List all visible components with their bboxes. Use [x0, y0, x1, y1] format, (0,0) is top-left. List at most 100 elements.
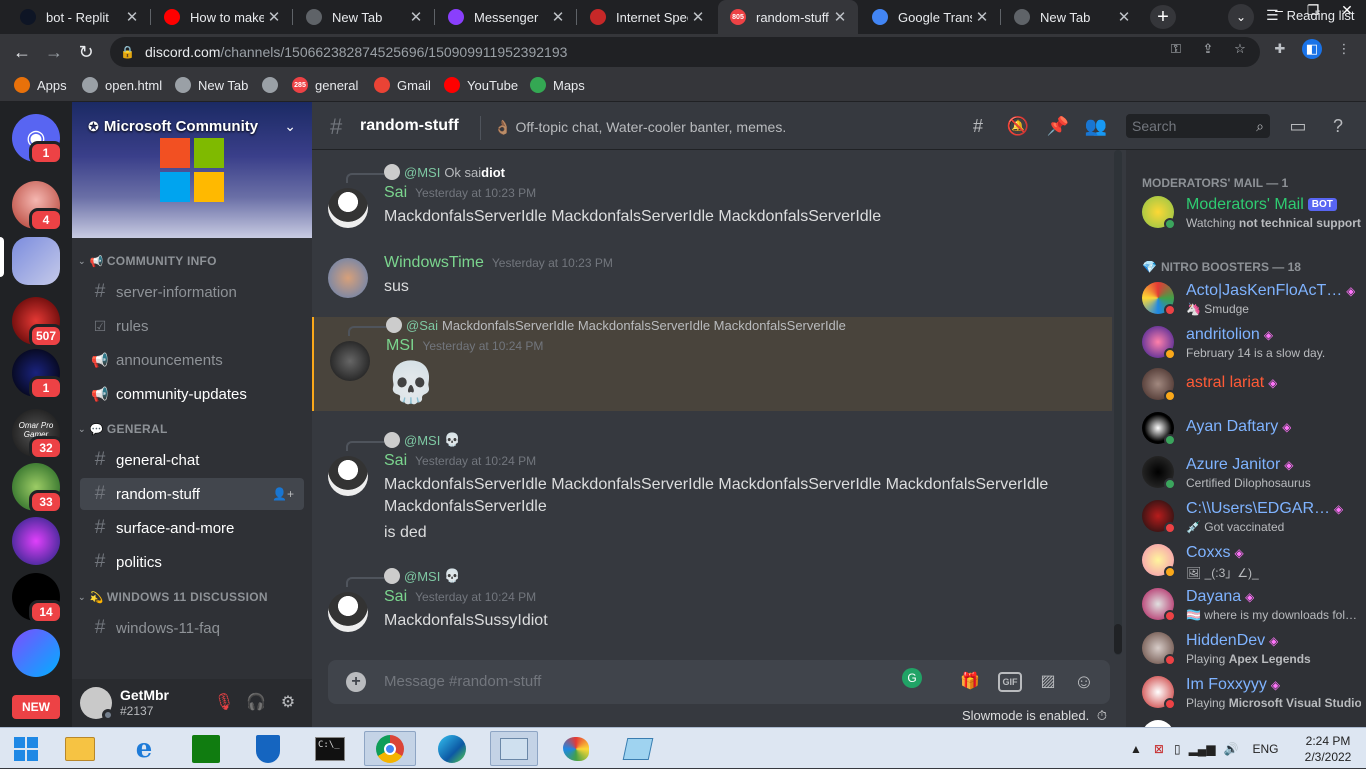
notification-bell-muted-icon[interactable]: 🔕 — [1006, 114, 1030, 138]
server-name[interactable]: ✪ Microsoft Community — [88, 118, 258, 135]
reply-preview[interactable]: @MSI Ok sai diot — [384, 164, 505, 180]
forward-button[interactable]: → — [40, 38, 68, 66]
server-microsoft-community[interactable] — [12, 237, 60, 285]
network-warning-icon[interactable]: ⊠ — [1154, 742, 1164, 756]
member-coxxs[interactable]: Coxxs ◈ 🖼 _(:3」∠)_ — [1142, 540, 1362, 584]
server-purple[interactable] — [12, 517, 60, 565]
add-member-icon[interactable]: 👤+ — [272, 487, 294, 501]
channel-random-stuff[interactable]: # random-stuff 👤+ — [80, 478, 304, 510]
member-azure-janitor[interactable]: Azure Janitor ◈ Certified Dilophosaurus — [1142, 452, 1362, 496]
notepad-icon[interactable] — [614, 731, 662, 766]
headphones-icon[interactable]: 🎧 — [244, 691, 268, 715]
volume-icon[interactable]: 🔊 — [1224, 742, 1239, 756]
channel-server-information[interactable]: # server-information — [80, 276, 304, 308]
settings-gear-icon[interactable]: ⚙ — [276, 691, 300, 715]
close-tab-icon[interactable]: ✕ — [1114, 8, 1134, 26]
reply-preview[interactable]: @MSI 💀 — [384, 432, 461, 448]
member-dayana[interactable]: Dayana ◈ 🏳️‍⚧️ where is my downloads fol… — [1142, 584, 1362, 628]
bookmark-apps[interactable]: Apps — [14, 77, 67, 93]
tab-bot-replit[interactable]: bot - Replit ✕ — [8, 0, 150, 34]
reply-preview[interactable]: @Sai MackdonfalsServerIdle MackdonfalsSer… — [386, 317, 846, 333]
reading-list-button[interactable]: ☰ Reading list — [1266, 7, 1355, 24]
share-icon[interactable]: ⇪ — [1198, 39, 1218, 59]
message-author[interactable]: Sai Yesterday at 10:24 PM — [384, 452, 536, 470]
new-tab-button[interactable]: + — [1150, 5, 1176, 29]
tab-random-stuff[interactable]: 805 random-stuff ✕ — [718, 0, 858, 34]
task-manager-icon[interactable] — [490, 731, 538, 766]
sticker-icon[interactable]: ▨ — [1036, 670, 1060, 694]
close-tab-icon[interactable]: ✕ — [122, 8, 142, 26]
reply-preview[interactable]: @MSI 💀 — [384, 568, 461, 584]
help-icon[interactable]: ? — [1326, 114, 1350, 138]
reload-button[interactable]: ↻ — [72, 38, 100, 66]
member-c-users-edgar-[interactable]: C:\\Users\EDGAR… ◈ 💉 Got vaccinated — [1142, 496, 1362, 540]
member-astral-lariat[interactable]: astral lariat ◈ — [1142, 364, 1362, 408]
server-dark[interactable]: 1 — [12, 349, 63, 400]
gift-icon[interactable]: 🎁 — [958, 670, 982, 694]
discord-home[interactable]: ◉ 1 — [12, 114, 63, 165]
command-prompt-icon[interactable]: C:\_ — [306, 731, 354, 766]
chevron-down-icon[interactable]: ⌄ — [284, 118, 296, 135]
bookmark-maps[interactable]: Maps — [530, 77, 585, 93]
channel-topic[interactable]: 👌🏽 Off-topic chat, Water-cooler banter, m… — [494, 119, 786, 136]
member-moderators-mail[interactable]: Moderators' Mail BOT Watching not technica… — [1142, 192, 1362, 236]
message-author[interactable]: WindowsTime Yesterday at 10:23 PM — [384, 254, 613, 272]
category-community-info[interactable]: ⌄ 📢 COMMUNITY INFO — [78, 254, 217, 268]
tab-messenger[interactable]: Messenger ✕ — [436, 0, 576, 34]
chrome-taskbar-icon[interactable] — [364, 731, 416, 766]
edge-icon[interactable] — [428, 731, 476, 766]
tab-how-to-make-a[interactable]: How to make a✕ — [152, 0, 292, 34]
language-indicator[interactable]: ENG — [1252, 742, 1278, 756]
avatar[interactable] — [328, 592, 368, 632]
upload-plus-icon[interactable]: + — [346, 672, 366, 692]
avatar[interactable] — [330, 341, 370, 381]
server-video[interactable] — [12, 629, 60, 677]
member-list-icon[interactable]: 👥 — [1084, 114, 1108, 138]
chrome-menu-icon[interactable]: ⋮ — [1334, 39, 1354, 59]
grammarly-icon[interactable]: G — [902, 668, 922, 688]
channel-windows-11-faq[interactable]: # windows-11-faq — [80, 612, 304, 644]
omnibox[interactable]: 🔒 discord.com/channels/15066238287452569… — [110, 37, 1260, 67]
tab-search-button[interactable]: ⌄ — [1228, 4, 1254, 30]
gif-button[interactable]: GIF — [998, 672, 1022, 692]
pin-icon[interactable]: 📌 — [1046, 114, 1070, 138]
tab-internet-speed[interactable]: Internet Speed✕ — [578, 0, 716, 34]
member-hiddendev[interactable]: HiddenDev ◈ Playing Apex Legends — [1142, 628, 1362, 672]
member-andritolion[interactable]: andritolion ◈ February 14 is a slow day. — [1142, 322, 1362, 366]
server-green[interactable]: 33 — [12, 463, 63, 514]
paint-icon[interactable] — [552, 731, 600, 766]
new-badge[interactable]: NEW — [12, 695, 60, 719]
back-button[interactable]: ← — [8, 38, 36, 66]
avatar[interactable] — [328, 456, 368, 496]
channel-announcements[interactable]: 📢 announcements — [80, 344, 304, 376]
security-shield-icon[interactable] — [244, 731, 292, 766]
message-input[interactable]: Message #random-stuff — [384, 673, 541, 690]
message-author[interactable]: Sai Yesterday at 10:24 PM — [384, 588, 536, 606]
message-author[interactable]: MSI Yesterday at 10:24 PM — [386, 337, 543, 355]
tab-new-tab[interactable]: New Tab ✕ — [1002, 0, 1142, 34]
close-tab-icon[interactable]: ✕ — [972, 8, 992, 26]
member-ayan-daftary[interactable]: Ayan Daftary ◈ — [1142, 408, 1362, 452]
close-tab-icon[interactable]: ✕ — [406, 8, 426, 26]
avatar[interactable] — [328, 258, 368, 298]
channel-general-chat[interactable]: # general-chat — [80, 444, 304, 476]
message-author[interactable]: Sai Yesterday at 10:23 PM — [384, 184, 536, 202]
bookmark-youtube[interactable]: YouTube — [444, 77, 518, 93]
close-tab-icon[interactable]: ✕ — [688, 8, 708, 26]
bookmark-open-html[interactable]: open.html — [82, 77, 162, 93]
category-windows-11-discussion[interactable]: ⌄ 💫 WINDOWS 11 DISCUSSION — [78, 590, 268, 604]
close-tab-icon[interactable]: ✕ — [264, 8, 284, 26]
extensions-icon[interactable]: ✚ — [1270, 39, 1290, 59]
member-jakob[interactable]: Jakob◈ — [1142, 716, 1362, 727]
show-hidden-icons[interactable]: ▲ — [1130, 742, 1142, 756]
server-anime[interactable]: 4 — [12, 181, 63, 232]
server-v[interactable]: 507 — [12, 297, 63, 348]
battery-icon[interactable]: ▯ — [1174, 742, 1181, 756]
channel-rules[interactable]: ☑ rules — [80, 310, 304, 342]
bookmark-globe[interactable] — [262, 77, 285, 93]
file-explorer-icon[interactable] — [56, 731, 104, 766]
mute-icon[interactable]: 🎙 — [212, 691, 236, 715]
inbox-icon[interactable]: ▭ — [1286, 114, 1310, 138]
channel-politics[interactable]: # politics — [80, 546, 304, 578]
tab-new-tab[interactable]: New Tab ✕ — [294, 0, 434, 34]
